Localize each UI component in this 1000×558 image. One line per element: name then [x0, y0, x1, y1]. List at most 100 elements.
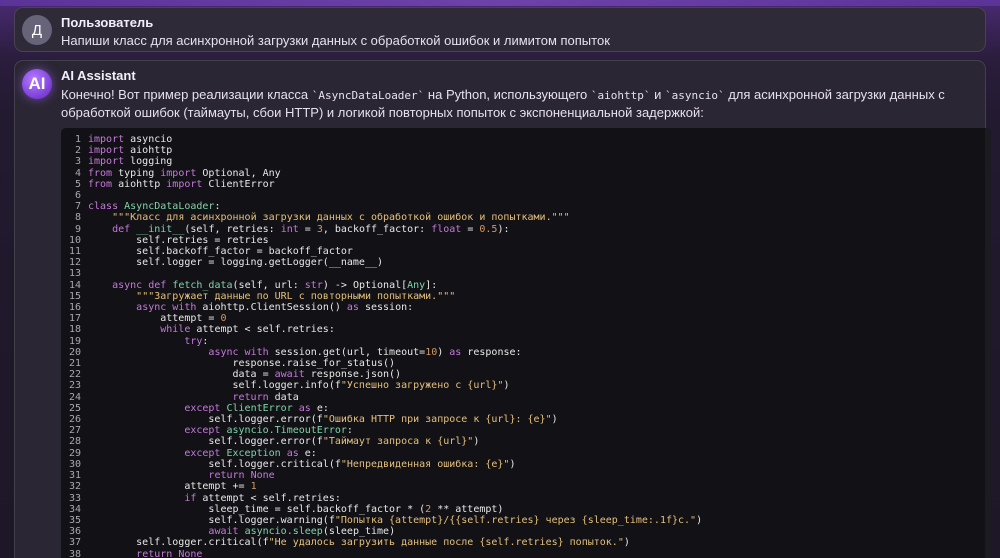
- code-token: try: [184, 335, 203, 347]
- intro-part: Конечно! Вот пример реализации класса: [61, 87, 312, 102]
- code-token: attempt < self.retries:: [190, 324, 335, 336]
- code-line: 24 return data: [61, 392, 991, 403]
- code-line: 1 import asyncio: [61, 134, 991, 145]
- code-token: typing: [112, 167, 161, 179]
- code-token: self.logger.critical(f: [88, 537, 269, 549]
- code-line: 10 self.retries = retries: [61, 235, 991, 246]
- code-token: return: [136, 548, 173, 558]
- code-token: def: [112, 223, 131, 235]
- code-token: "Ошибка HTTP при запросе к {url}: {e}": [322, 414, 552, 426]
- code-line: 27 except asyncio.TimeoutError:: [61, 425, 991, 436]
- code-token: self.logger.error(f: [88, 414, 323, 426]
- code-token: 0.5: [479, 223, 498, 235]
- line-number: 13: [68, 268, 81, 280]
- code-token: return: [232, 391, 269, 403]
- code-line: 2 import aiohttp: [61, 145, 991, 156]
- code-line: 34 sleep_time = self.backoff_factor * (2…: [61, 504, 991, 515]
- code-token: ):: [497, 223, 510, 235]
- line-number: 28: [68, 436, 81, 448]
- code-token: :: [214, 201, 221, 213]
- line-number: 4: [74, 167, 81, 179]
- code-block[interactable]: 1 import asyncio 2 import aiohttp 3 import lo…: [61, 128, 991, 558]
- assistant-avatar: AI: [22, 69, 52, 99]
- code-token: as: [449, 346, 462, 358]
- line-number: 23: [68, 380, 81, 392]
- assistant-author-name: AI Assistant: [61, 68, 136, 83]
- line-number: 36: [68, 526, 81, 538]
- code-token: fetch_data: [172, 279, 233, 291]
- code-token: while: [160, 324, 191, 336]
- code-content[interactable]: 1 import asyncio 2 import aiohttp 3 import lo…: [61, 128, 991, 558]
- code-token: logging: [124, 156, 173, 168]
- line-number: 5: [74, 178, 81, 190]
- code-token: as: [298, 402, 311, 414]
- code-token: Optional, Any: [196, 167, 281, 179]
- user-message: Д Пользователь Напиши класс для асинхрон…: [14, 7, 986, 52]
- code-line: 36 await asyncio.sleep(sleep_time): [61, 526, 991, 537]
- code-token: =: [461, 223, 480, 235]
- line-number: 11: [68, 246, 81, 258]
- inline-code: `asyncio`: [665, 89, 725, 102]
- code-token: "Успешно загружено с {url}": [340, 380, 504, 392]
- code-line: 12 self.logger = logging.getLogger(__nam…: [61, 257, 991, 268]
- assistant-intro-text: Конечно! Вот пример реализации класса `A…: [61, 86, 971, 121]
- code-token: "Таймаут запроса к {url}": [322, 436, 474, 448]
- code-line: 22 data = await response.json(): [61, 369, 991, 380]
- line-number: 12: [68, 257, 81, 269]
- code-line: 25 except ClientError as e:: [61, 403, 991, 414]
- code-token: self.logger = logging.getLogger(__name__…: [88, 257, 384, 269]
- code-token: """Класс для асинхронной загрузки данных…: [112, 212, 570, 224]
- code-token: attempt =: [88, 313, 221, 325]
- code-line: 5 from aiohttp import ClientError: [61, 179, 991, 190]
- line-number: 8: [74, 212, 81, 224]
- code-line: 31 return None: [61, 470, 991, 481]
- code-token: async with: [136, 302, 197, 314]
- code-token: except: [184, 402, 221, 414]
- code-token: class: [88, 201, 119, 213]
- code-line: 13: [61, 268, 991, 279]
- code-token: int: [280, 223, 299, 235]
- code-token: from: [88, 167, 113, 179]
- code-line: 9 def __init__(self, retries: int = 3, b…: [61, 224, 991, 235]
- line-number: 2: [74, 145, 81, 157]
- code-token: sleep_time = self.backoff_factor * (: [88, 503, 426, 515]
- line-number: 9: [74, 223, 81, 235]
- code-line: 18 while attempt < self.retries:: [61, 324, 991, 335]
- code-scrollbar[interactable]: [985, 128, 991, 558]
- code-token: :: [202, 335, 209, 347]
- line-number: 22: [68, 369, 81, 381]
- code-token: 10: [425, 346, 438, 358]
- code-token: response.json(): [304, 369, 402, 381]
- code-token: async with: [208, 346, 269, 358]
- code-token: import: [166, 178, 203, 190]
- code-line: 21 response.raise_for_status(): [61, 358, 991, 369]
- line-number: 26: [68, 414, 81, 426]
- code-token: await: [208, 526, 239, 538]
- code-token: None: [178, 548, 203, 558]
- code-token: None: [250, 470, 275, 482]
- code-token: 1: [250, 481, 257, 493]
- code-token: await: [274, 369, 305, 381]
- code-line: 14 async def fetch_data(self, url: str) …: [61, 280, 991, 291]
- code-token: attempt +=: [88, 481, 251, 493]
- code-token: ): [503, 380, 510, 392]
- intro-part: и: [650, 87, 665, 102]
- code-token: session:: [358, 302, 414, 314]
- code-token: """Загружает данные по URL с повторными …: [136, 290, 456, 302]
- code-token: import: [88, 145, 125, 157]
- code-token: e:: [310, 402, 329, 414]
- user-author-name: Пользователь: [61, 15, 154, 30]
- code-token: self.backoff_factor = backoff_factor: [88, 246, 353, 258]
- code-token: ): [473, 436, 480, 448]
- line-number: 27: [68, 425, 81, 437]
